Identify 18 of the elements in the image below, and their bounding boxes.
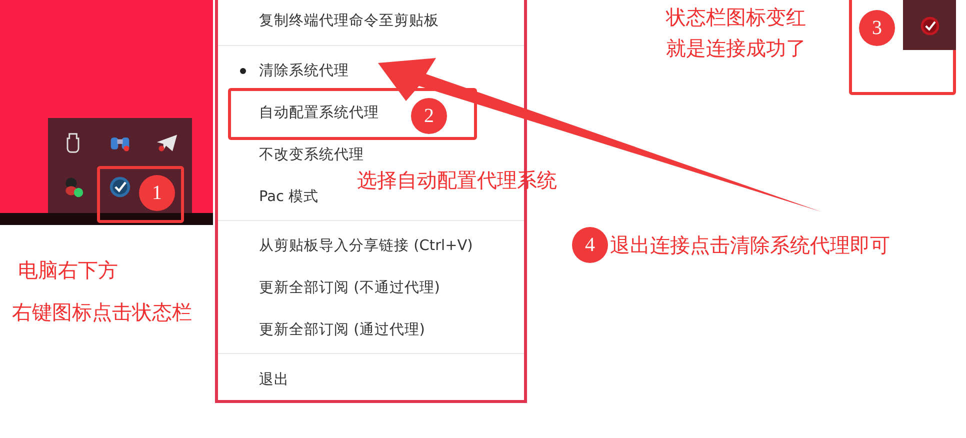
menu-item[interactable]: 更新全部订阅 (通过代理) [218, 308, 431, 350]
menu-item[interactable]: 清除系统代理 [218, 50, 355, 92]
annotation-text: 右键图标点击状态栏 [12, 299, 192, 326]
check-circle-icon[interactable] [920, 16, 940, 36]
menu-item[interactable]: 复制终端代理命令至剪贴板 [218, 0, 445, 42]
menu-item[interactable]: 退出 [218, 358, 295, 400]
paper-plane-icon[interactable] [156, 132, 178, 154]
annotation-text: 退出连接点击清除系统代理即可 [610, 232, 890, 259]
annotation-text: 状态栏图标变红 [666, 4, 806, 31]
menu-item[interactable]: Pac 模式 [218, 175, 325, 217]
menu-item[interactable]: 自动配置系统代理 [218, 92, 385, 134]
annotation-text: 就是连接成功了 [666, 35, 806, 62]
check-circle-icon[interactable] [109, 176, 131, 198]
number-badge: 4 [572, 227, 608, 263]
menu-item[interactable]: 更新全部订阅 (不通过代理) [218, 266, 446, 308]
number-badge: 3 [859, 10, 895, 46]
annotation-text: 电脑右下方 [18, 257, 118, 284]
menu-item[interactable]: 从剪贴板导入分享链接 (Ctrl+V) [218, 224, 479, 267]
